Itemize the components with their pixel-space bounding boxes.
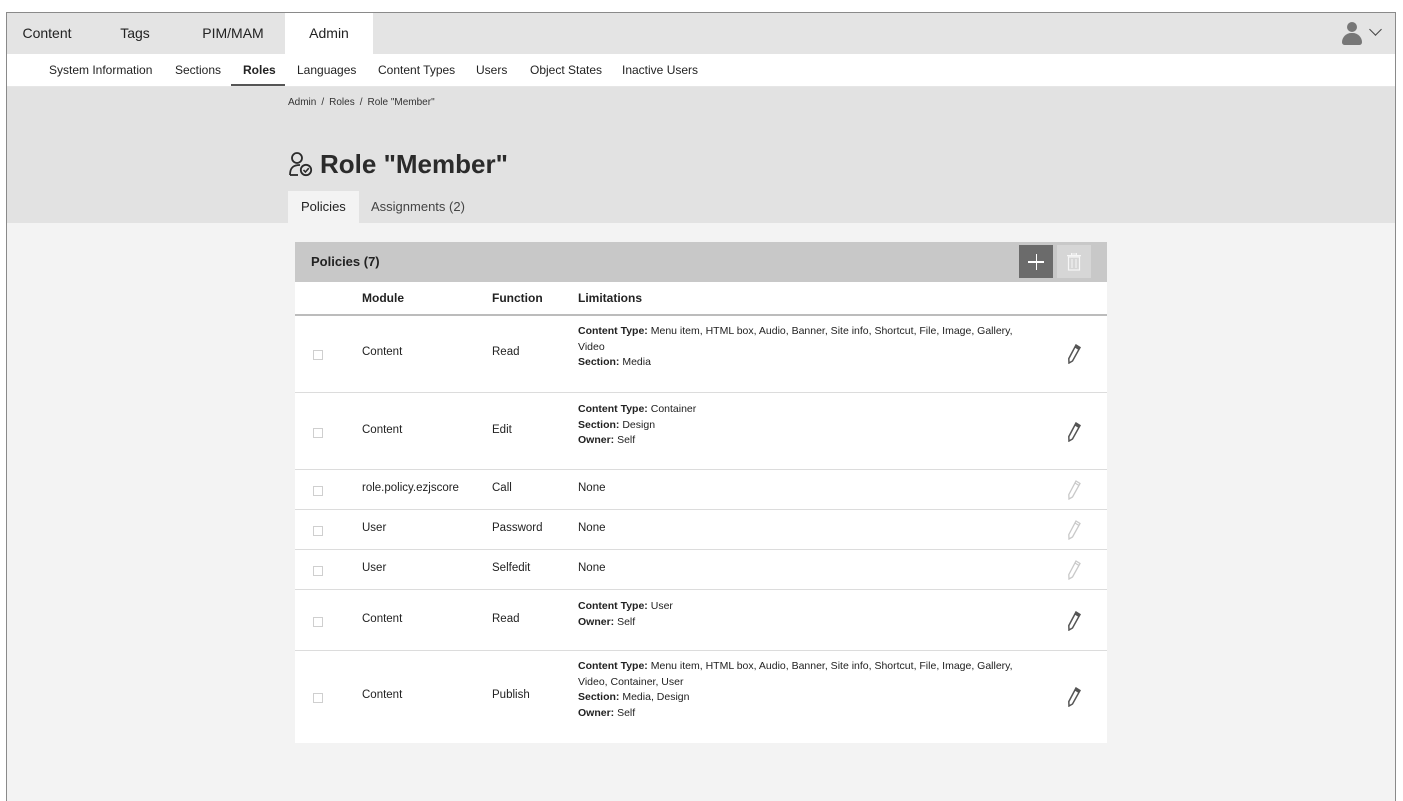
breadcrumb-current: Role "Member" [367,97,435,108]
page-title: Role "Member" [320,148,508,179]
row-function: Publish [492,689,530,701]
row-limitations: Content Type: Menu item, HTML box, Audio… [578,660,1013,719]
row-limitations: Content Type: Menu item, HTML box, Audio… [578,325,1013,368]
row-checkbox[interactable] [313,566,323,576]
subnav-inactive-users[interactable]: Inactive Users [622,54,698,86]
pencil-icon[interactable] [1067,422,1081,442]
user-menu[interactable] [1339,22,1385,46]
row-limitations: Content Type: Container Section: Design … [578,403,697,446]
trash-icon [1067,253,1081,271]
row-checkbox[interactable] [313,617,323,627]
row-function: Read [492,613,520,625]
policies-title: Policies (7) [311,254,380,269]
user-avatar-icon[interactable] [1339,22,1365,46]
breadcrumb-admin[interactable]: Admin [288,97,316,108]
pencil-icon [1068,520,1081,540]
row-checkbox[interactable] [313,693,323,703]
admin-sub-nav: System Information Sections Roles Langua… [7,54,1395,87]
policies-panel: Policies (7) Module Function Limitations… [295,242,1107,743]
page-header: Admin / Roles / Role "Member" Role "Member" … [7,87,1395,223]
chevron-down-icon[interactable] [1369,23,1382,36]
role-icon [289,152,313,177]
pencil-icon[interactable] [1067,344,1081,364]
top-nav: Content Tags PIM/MAM Admin [7,13,1395,54]
subnav-roles[interactable]: Roles [243,54,276,86]
row-module: role.policy.ezjscore [362,482,459,494]
table-row: Content Edit Content Type: Container Sec… [295,393,1107,470]
policies-panel-header: Policies (7) [295,242,1107,282]
top-tab-pim-mam[interactable]: PIM/MAM [183,13,283,54]
subnav-users[interactable]: Users [476,54,507,86]
delete-policy-button[interactable] [1057,245,1091,278]
tab-assignments[interactable]: Assignments (2) [358,191,478,223]
breadcrumb-roles[interactable]: Roles [329,97,355,108]
row-limitations: Content Type: User Owner: Self [578,600,673,628]
row-function: Password [492,522,543,534]
subnav-system-information[interactable]: System Information [49,54,152,86]
row-checkbox[interactable] [313,350,323,360]
row-module: Content [362,689,403,701]
subnav-languages[interactable]: Languages [297,54,356,86]
top-tab-tags[interactable]: Tags [87,13,183,54]
column-header-limitations: Limitations [578,291,643,305]
app-frame: Content Tags PIM/MAM Admin System Inform… [6,12,1396,801]
table-row: Content Read Content Type: Menu item, HT… [295,315,1107,393]
row-checkbox[interactable] [313,486,323,496]
page-title-row: Role "Member" [288,147,508,181]
row-module: User [362,522,387,534]
table-row: Content Read Content Type: User Owner: S… [295,590,1107,651]
row-function: Edit [492,424,512,436]
row-limitations: None [578,562,606,574]
pencil-icon [1068,560,1081,580]
pencil-icon [1068,480,1081,500]
row-limitations: None [578,482,606,494]
subnav-sections[interactable]: Sections [175,54,221,86]
row-function: Call [492,482,512,494]
row-checkbox[interactable] [313,428,323,438]
row-module: Content [362,346,403,358]
subnav-content-types[interactable]: Content Types [378,54,455,86]
active-subnav-indicator [231,84,285,86]
subnav-object-states[interactable]: Object States [530,54,602,86]
row-module: Content [362,613,403,625]
row-module: User [362,562,387,574]
table-row: role.policy.ezjscore Call None [295,470,1107,510]
add-policy-button[interactable] [1019,245,1053,278]
row-checkbox[interactable] [313,526,323,536]
table-row: User Selfedit None [295,550,1107,590]
tab-policies[interactable]: Policies [288,191,359,223]
row-limitations: None [578,522,606,534]
table-row: User Password None [295,510,1107,550]
top-tab-content[interactable]: Content [7,13,87,54]
pencil-icon[interactable] [1067,687,1081,707]
breadcrumb: Admin / Roles / Role "Member" [288,97,435,108]
table-row: Content Publish Content Type: Menu item,… [295,651,1107,743]
column-header-module: Module [362,291,404,305]
top-tab-admin[interactable]: Admin [285,13,373,54]
row-function: Read [492,346,520,358]
row-module: Content [362,424,403,436]
pencil-icon[interactable] [1067,611,1081,631]
row-function: Selfedit [492,562,531,574]
column-header-function: Function [492,291,543,305]
